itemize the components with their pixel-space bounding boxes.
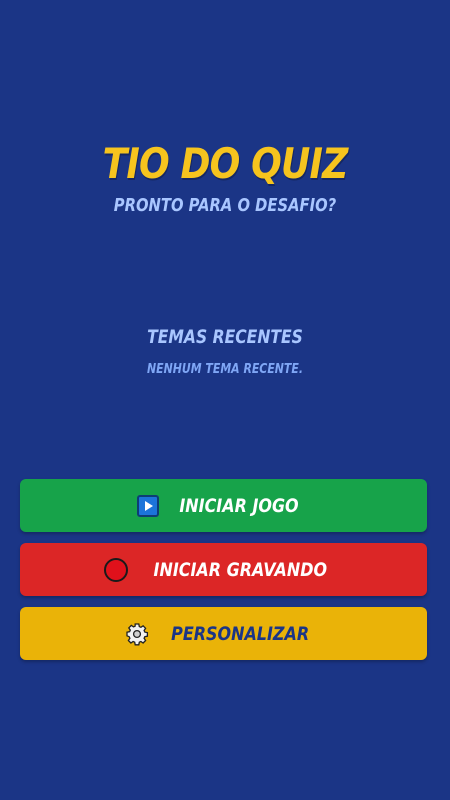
play-icon [137, 494, 159, 517]
start-recording-button[interactable]: INICIAR GRAVANDO [20, 543, 427, 596]
start-recording-label: INICIAR GRAVANDO [153, 558, 327, 581]
home-screen: TIO DO QUIZ PRONTO PARA O DESAFIO? TEMAS… [0, 0, 450, 800]
start-game-button[interactable]: INICIAR JOGO [20, 479, 427, 532]
app-subtitle: PRONTO PARA O DESAFIO? [113, 195, 337, 216]
customize-button[interactable]: PERSONALIZAR [20, 607, 427, 660]
customize-label: PERSONALIZAR [171, 622, 309, 645]
start-game-label: INICIAR JOGO [179, 494, 299, 517]
record-icon [103, 557, 128, 582]
app-title: TIO DO QUIZ [102, 139, 349, 188]
recent-themes-heading: TEMAS RECENTES [147, 326, 303, 348]
recent-themes-empty-text: NENHUM TEMA RECENTE. [146, 362, 303, 377]
gear-icon [125, 622, 149, 646]
